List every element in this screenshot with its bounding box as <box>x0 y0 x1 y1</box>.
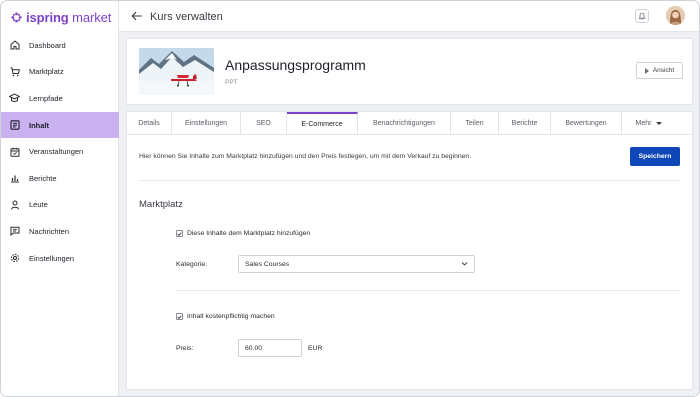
course-type: PPT <box>225 79 238 86</box>
bar-chart-icon <box>9 173 20 184</box>
messages-icon <box>9 226 20 237</box>
sidebar-item-label: Nachrichten <box>29 226 70 236</box>
tab-mehr[interactable]: Mehr <box>622 112 676 135</box>
person-icon <box>9 199 20 210</box>
top-header: Kurs verwalten <box>119 1 699 32</box>
tab-einstellungen[interactable]: Einstellungen <box>172 112 241 135</box>
sidebar-item-label: Inhalt <box>29 120 49 130</box>
price-label: Preis: <box>176 345 194 352</box>
sidebar-item-einstellungen[interactable]: Einstellungen <box>1 245 119 272</box>
logo[interactable]: ispring market <box>11 9 111 25</box>
divider <box>176 290 680 291</box>
bell-icon <box>638 12 646 20</box>
sidebar-item-berichte[interactable]: Berichte <box>1 165 119 192</box>
sidebar-item-label: Leute <box>29 200 48 210</box>
sidebar-item-marktplatz[interactable]: Marktplatz <box>1 59 119 86</box>
checkmark-icon <box>177 314 182 319</box>
caret-down-icon <box>656 122 663 125</box>
content-icon <box>9 120 20 131</box>
category-select-value: Sales Courses <box>245 260 290 268</box>
sidebar-item-nachrichten[interactable]: Nachrichten <box>1 218 119 245</box>
tab-benachrichtigungen[interactable]: Benachrichtigungen <box>358 112 451 135</box>
course-thumbnail <box>139 48 214 95</box>
price-input[interactable] <box>238 339 302 357</box>
sidebar-item-lernpfade[interactable]: Lernpfade <box>1 85 119 112</box>
home-icon <box>9 40 20 51</box>
play-icon <box>644 67 649 74</box>
avatar[interactable] <box>666 6 685 25</box>
add-to-marketplace-checkbox[interactable] <box>176 230 183 237</box>
e-commerce-panel: Hier können Sie Inhalte zum Marktplatz h… <box>126 134 693 390</box>
logo-text: ispring market <box>26 9 112 25</box>
paid-content-label: Inhalt kostenpflichtig machen <box>187 313 275 320</box>
course-tabs: Details Einstellungen SEO E-Commerce Ben… <box>126 111 693 135</box>
currency-label: EUR <box>308 345 323 352</box>
sidebar-item-dashboard[interactable]: Dashboard <box>1 32 119 59</box>
back-arrow-icon[interactable] <box>131 11 143 21</box>
sidebar-nav: Dashboard Marktplatz Lernpfade Inhalt Ve… <box>1 32 119 271</box>
course-header-card: Anpassungsprogramm PPT Ansicht <box>126 38 693 105</box>
tab-e-commerce[interactable]: E-Commerce <box>287 112 358 135</box>
sidebar-item-label: Lernpfade <box>29 93 63 103</box>
tab-seo[interactable]: SEO <box>241 112 287 135</box>
notifications-button[interactable] <box>635 9 649 23</box>
sidebar-item-label: Einstellungen <box>29 253 75 263</box>
sidebar-item-label: Veranstaltungen <box>29 147 84 157</box>
sidebar-item-veranstaltungen[interactable]: Veranstaltungen <box>1 138 119 165</box>
sidebar: ispring market Dashboard Marktplatz Lern… <box>1 1 119 396</box>
paid-content-row[interactable]: Inhalt kostenpflichtig machen <box>176 313 275 320</box>
section-title: Marktplatz <box>139 199 183 210</box>
view-button[interactable]: Ansicht <box>636 62 683 79</box>
add-to-marketplace-row[interactable]: Diese Inhalte dem Marktplatz hinzufügen <box>176 230 310 237</box>
sidebar-item-label: Marktplatz <box>29 67 64 77</box>
add-to-marketplace-label: Diese Inhalte dem Marktplatz hinzufügen <box>187 230 311 237</box>
course-title: Anpassungsprogramm <box>225 57 366 73</box>
sidebar-item-label: Berichte <box>29 173 57 183</box>
sidebar-item-leute[interactable]: Leute <box>1 192 119 219</box>
tab-mehr-label: Mehr <box>635 120 652 127</box>
cart-icon <box>9 66 20 77</box>
page-title: Kurs verwalten <box>150 11 223 23</box>
save-button[interactable]: Speichern <box>630 147 680 166</box>
tab-bewertungen[interactable]: Bewertungen <box>551 112 622 135</box>
gear-icon <box>9 253 20 264</box>
category-label: Kategorie: <box>176 261 207 268</box>
tab-teilen[interactable]: Teilen <box>451 112 499 135</box>
logo-icon <box>11 11 22 23</box>
category-select[interactable]: Sales Courses <box>238 255 475 273</box>
app-window: ispring market Dashboard Marktplatz Lern… <box>0 0 700 397</box>
graduation-cap-icon <box>9 93 20 104</box>
divider <box>139 180 680 181</box>
calendar-icon <box>9 146 20 157</box>
sidebar-item-label: Dashboard <box>29 40 66 50</box>
intro-text: Hier können Sie Inhalte zum Marktplatz h… <box>139 153 472 160</box>
checkmark-icon <box>177 231 182 236</box>
tab-details[interactable]: Details <box>127 112 172 135</box>
sidebar-item-inhalt[interactable]: Inhalt <box>1 111 119 139</box>
tab-berichte[interactable]: Berichte <box>499 112 551 135</box>
view-button-label: Ansicht <box>652 67 675 74</box>
paid-content-checkbox[interactable] <box>176 313 183 320</box>
chevron-down-icon <box>461 262 468 266</box>
